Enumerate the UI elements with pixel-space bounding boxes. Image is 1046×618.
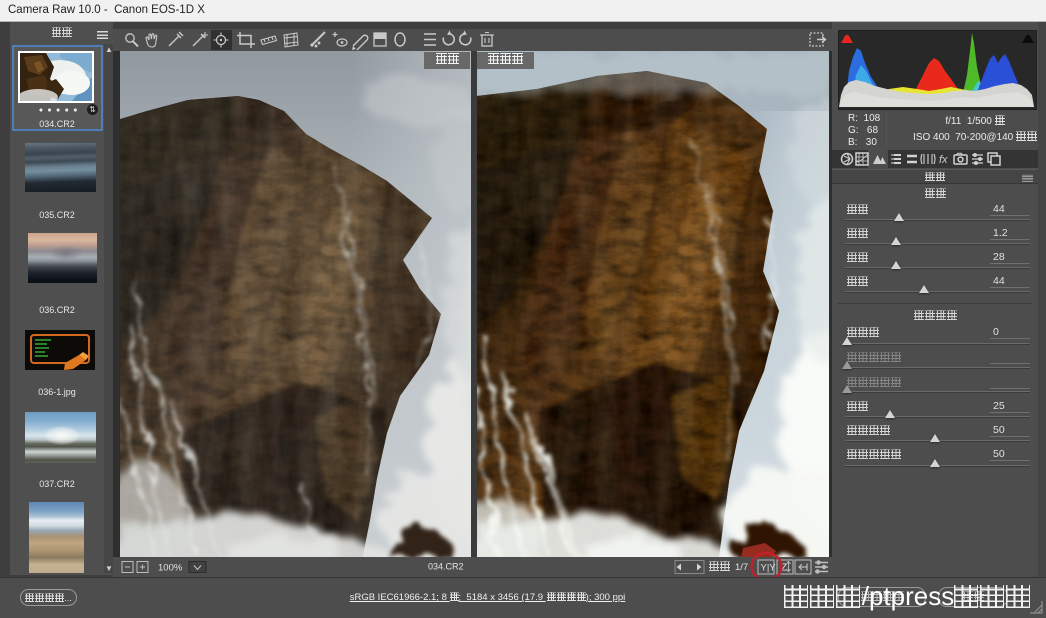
svg-text:fx: fx (939, 154, 948, 166)
svg-text:034.CR2: 034.CR2 (428, 562, 464, 572)
svg-text:100%: 100% (158, 563, 183, 574)
svg-text:Y|Y: Y|Y (761, 563, 777, 574)
svg-text:1/7: 1/7 (735, 562, 748, 573)
